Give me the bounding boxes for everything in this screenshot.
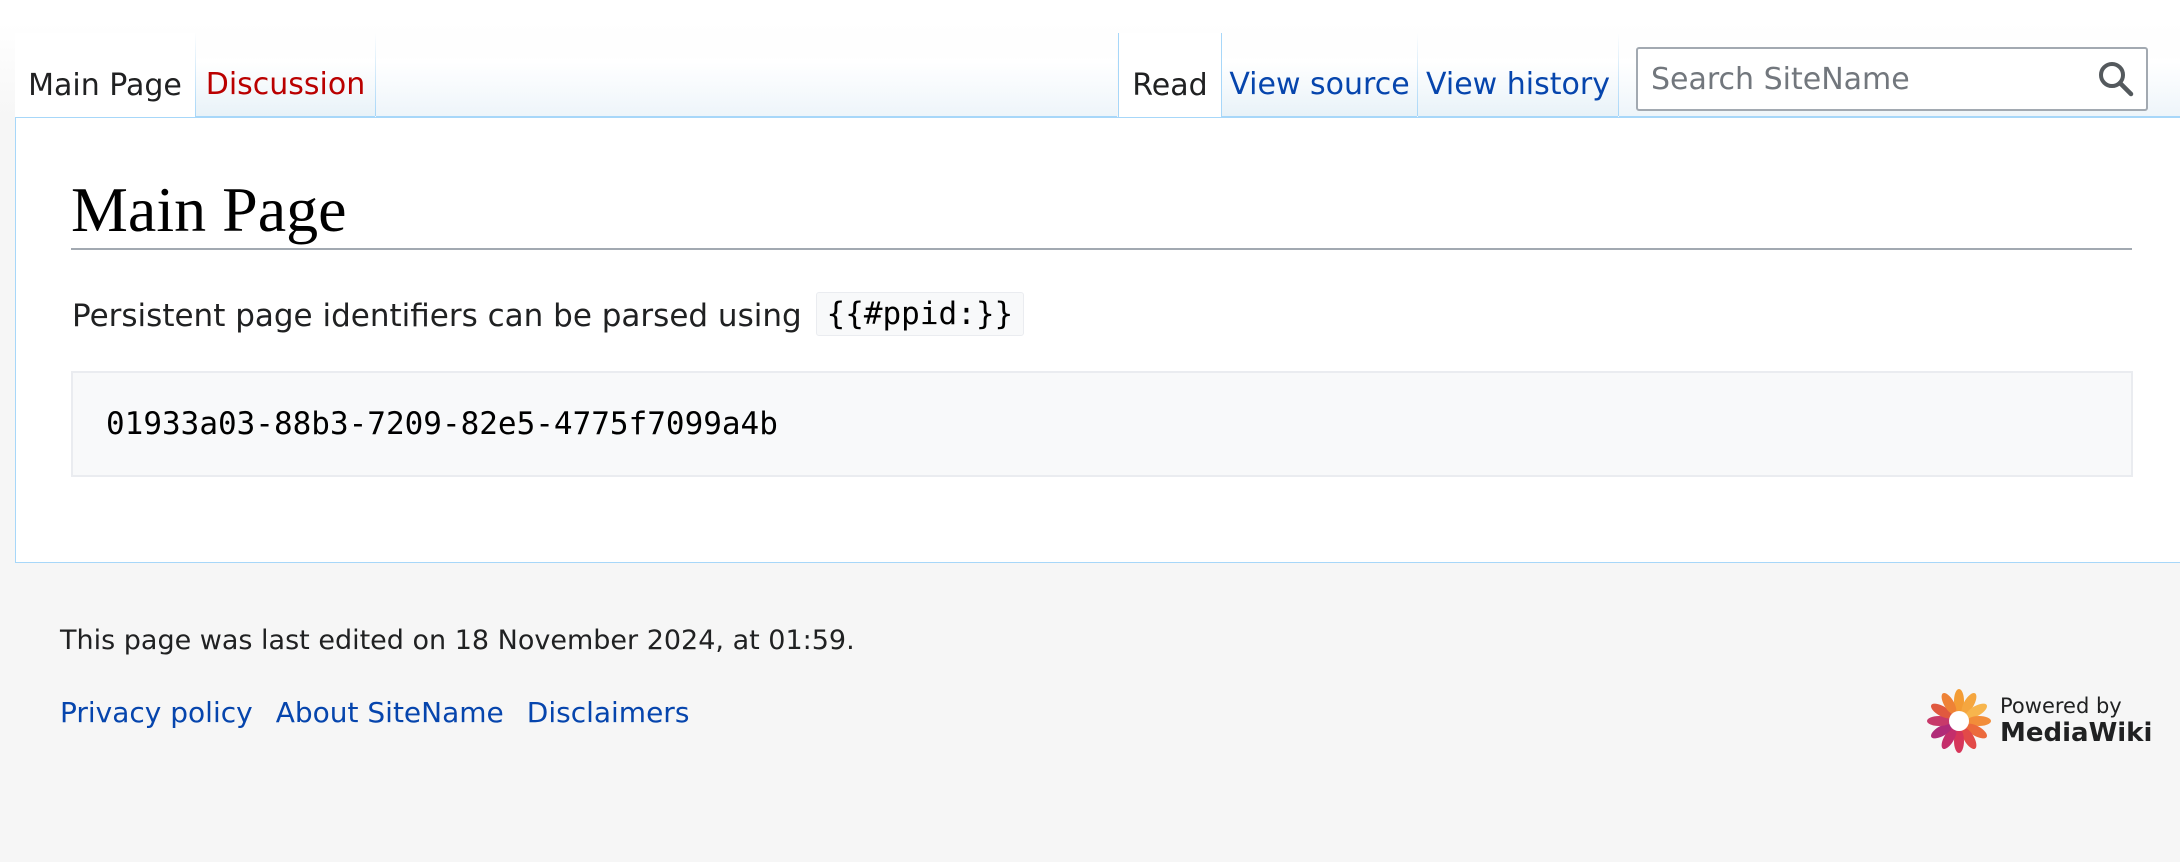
footer-links: Privacy policy About SiteName Disclaimers — [60, 693, 712, 733]
tab-view-source[interactable]: View source — [1221, 33, 1418, 117]
about-link[interactable]: About SiteName — [276, 696, 504, 729]
mediawiki-flower-icon — [1927, 689, 1991, 753]
page-title: Main Page — [71, 170, 2132, 250]
tab-read[interactable]: Read — [1118, 33, 1221, 117]
search-button[interactable] — [2096, 59, 2136, 99]
content-paragraph: Persistent page identifiers can be parse… — [72, 291, 1025, 341]
privacy-policy-link[interactable]: Privacy policy — [60, 696, 253, 729]
search-icon — [2099, 62, 2134, 97]
tab-main-page-label: Main Page — [28, 68, 182, 103]
mediawiki-wordmark: MediaWiki — [2000, 718, 2153, 748]
inline-code: {{#ppid:}} — [815, 292, 1025, 336]
tab-discussion[interactable]: Discussion — [196, 33, 376, 117]
powered-by-mediawiki-badge[interactable]: Powered by MediaWiki — [1926, 688, 2152, 754]
tab-view-history[interactable]: View history — [1418, 33, 1619, 117]
last-modified-info: This page was last edited on 18 November… — [60, 625, 855, 656]
preformatted-block: 01933a03-88b3-7209-82e5-4775f7099a4b — [71, 371, 2133, 477]
paragraph-text: Persistent page identifiers can be parse… — [72, 298, 802, 334]
tabs-gap — [376, 33, 1117, 117]
tab-view-history-label: View history — [1426, 67, 1610, 102]
disclaimers-link[interactable]: Disclaimers — [527, 696, 690, 729]
tab-view-source-label: View source — [1229, 67, 1410, 102]
search-input[interactable] — [1638, 49, 2078, 109]
powered-by-label: Powered by — [2000, 694, 2122, 718]
tab-main-page[interactable]: Main Page — [15, 33, 196, 117]
search-box — [1636, 47, 2148, 111]
tab-discussion-label: Discussion — [205, 67, 366, 102]
tab-read-label: Read — [1132, 68, 1208, 103]
content-area: Main Page Persistent page identifiers ca… — [15, 117, 2180, 563]
